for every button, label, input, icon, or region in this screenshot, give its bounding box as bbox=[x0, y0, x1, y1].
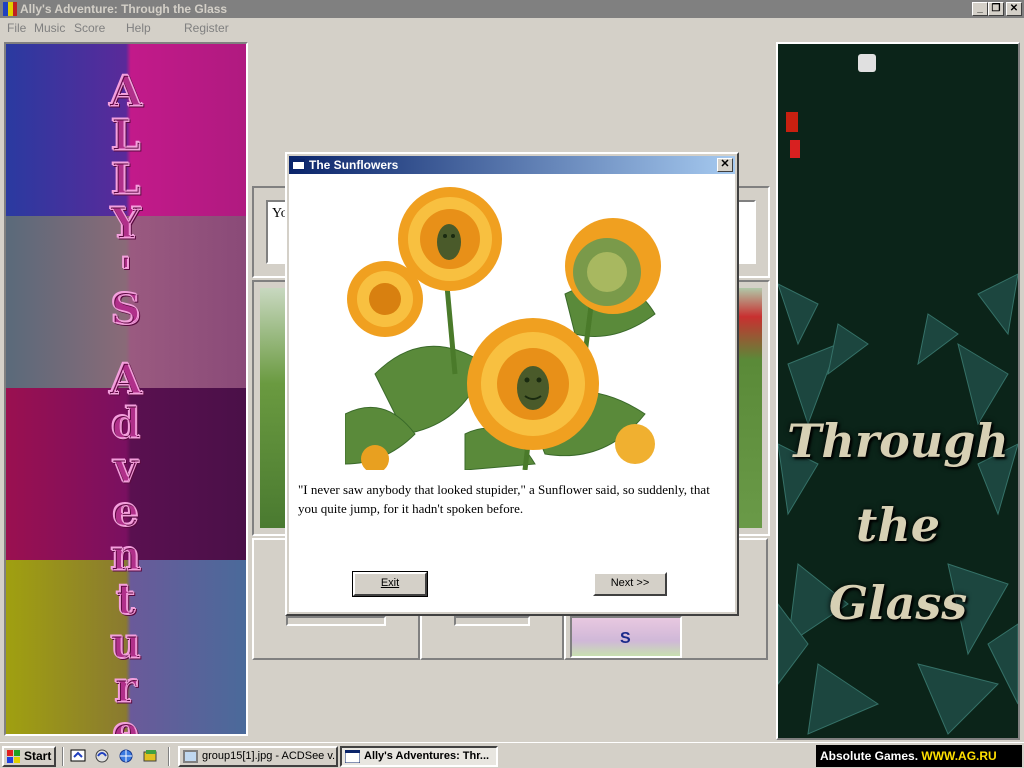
start-label: Start bbox=[24, 749, 52, 763]
dialog-title: The Sunflowers bbox=[309, 158, 399, 172]
next-button[interactable]: Next >> bbox=[593, 572, 667, 596]
menu-help[interactable]: Help bbox=[126, 21, 151, 35]
task-acdsee-label: group15[1].jpg - ACDSee v... bbox=[202, 750, 338, 762]
dialog-text: "I never saw anybody that looked stupide… bbox=[298, 482, 710, 516]
browser-icon[interactable] bbox=[118, 748, 135, 764]
window-close-button[interactable]: ✕ bbox=[1006, 2, 1022, 16]
task-ally[interactable]: Ally's Adventures: Thr... bbox=[340, 746, 498, 767]
ad-banner[interactable]: Absolute Games. WWW.AG.RU bbox=[816, 745, 1022, 767]
right-banner-title-line1: Through bbox=[787, 414, 1009, 468]
window-title: Ally's Adventure: Through the Glass bbox=[20, 2, 228, 16]
menu-file[interactable]: File bbox=[7, 21, 26, 35]
windows-logo-icon bbox=[7, 750, 20, 763]
task-acdsee[interactable]: group15[1].jpg - ACDSee v... bbox=[178, 746, 338, 767]
start-button[interactable]: Start bbox=[2, 746, 56, 767]
minimize-button[interactable]: _ bbox=[972, 2, 988, 16]
right-banner-title-line3: Glass bbox=[828, 576, 968, 630]
scene-strip-right bbox=[738, 288, 762, 528]
menu-bar: File Music Score Help Register bbox=[0, 18, 1024, 38]
right-banner-title-line2: the bbox=[856, 498, 940, 552]
right-banner: Through the Glass bbox=[776, 42, 1020, 740]
menu-register[interactable]: Register bbox=[184, 21, 229, 35]
sunflowers-dialog: The Sunflowers ✕ "I never saw anybody th… bbox=[285, 152, 739, 616]
sunflowers-image bbox=[345, 174, 665, 470]
ad-text-2: WWW.AG.RU bbox=[921, 749, 997, 763]
dialog-close-button[interactable]: ✕ bbox=[717, 158, 733, 172]
mail-icon[interactable] bbox=[94, 748, 111, 764]
right-banner-art bbox=[778, 44, 1018, 738]
window-icon bbox=[345, 750, 360, 763]
window-icon bbox=[292, 159, 305, 170]
dialog-title-bar[interactable]: The Sunflowers ✕ bbox=[289, 156, 735, 174]
taskbar-separator bbox=[62, 747, 64, 766]
banner-title-text: A L L Y ' S Ad v e n t u r e bbox=[109, 67, 144, 736]
dialog-body: "I never saw anybody that looked stupide… bbox=[289, 174, 735, 612]
desktop-icon[interactable] bbox=[70, 748, 87, 764]
inventory-slot-1-inner bbox=[286, 616, 386, 626]
menu-music[interactable]: Music bbox=[34, 21, 65, 35]
ad-text-1: Absolute Games. bbox=[820, 749, 919, 763]
taskbar: Start group15[1].jpg - ACDSee v... Ally'… bbox=[0, 742, 1024, 768]
acdsee-icon bbox=[183, 750, 198, 763]
channels-icon[interactable] bbox=[142, 748, 159, 764]
left-banner: A L L Y ' S Ad v e n t u r e bbox=[4, 42, 248, 736]
inventory-tile[interactable]: S bbox=[570, 616, 682, 658]
restore-button[interactable]: ❐ bbox=[988, 2, 1004, 16]
inventory-slot-2-inner bbox=[454, 616, 530, 626]
app-icon bbox=[3, 2, 17, 16]
banner-title: A L L Y ' S Ad v e n t u r e bbox=[102, 58, 150, 736]
window-title-bar[interactable]: Ally's Adventure: Through the Glass _ ❐ … bbox=[0, 0, 1024, 18]
banner-title-lettering: A L L Y ' S Ad v e n t u r e bbox=[108, 67, 144, 736]
menu-score[interactable]: Score bbox=[74, 21, 105, 35]
taskbar-separator-2 bbox=[168, 747, 170, 766]
inventory-tile-letter: S bbox=[620, 630, 631, 647]
exit-button[interactable]: Exit bbox=[352, 571, 428, 597]
task-ally-label: Ally's Adventures: Thr... bbox=[364, 750, 490, 762]
